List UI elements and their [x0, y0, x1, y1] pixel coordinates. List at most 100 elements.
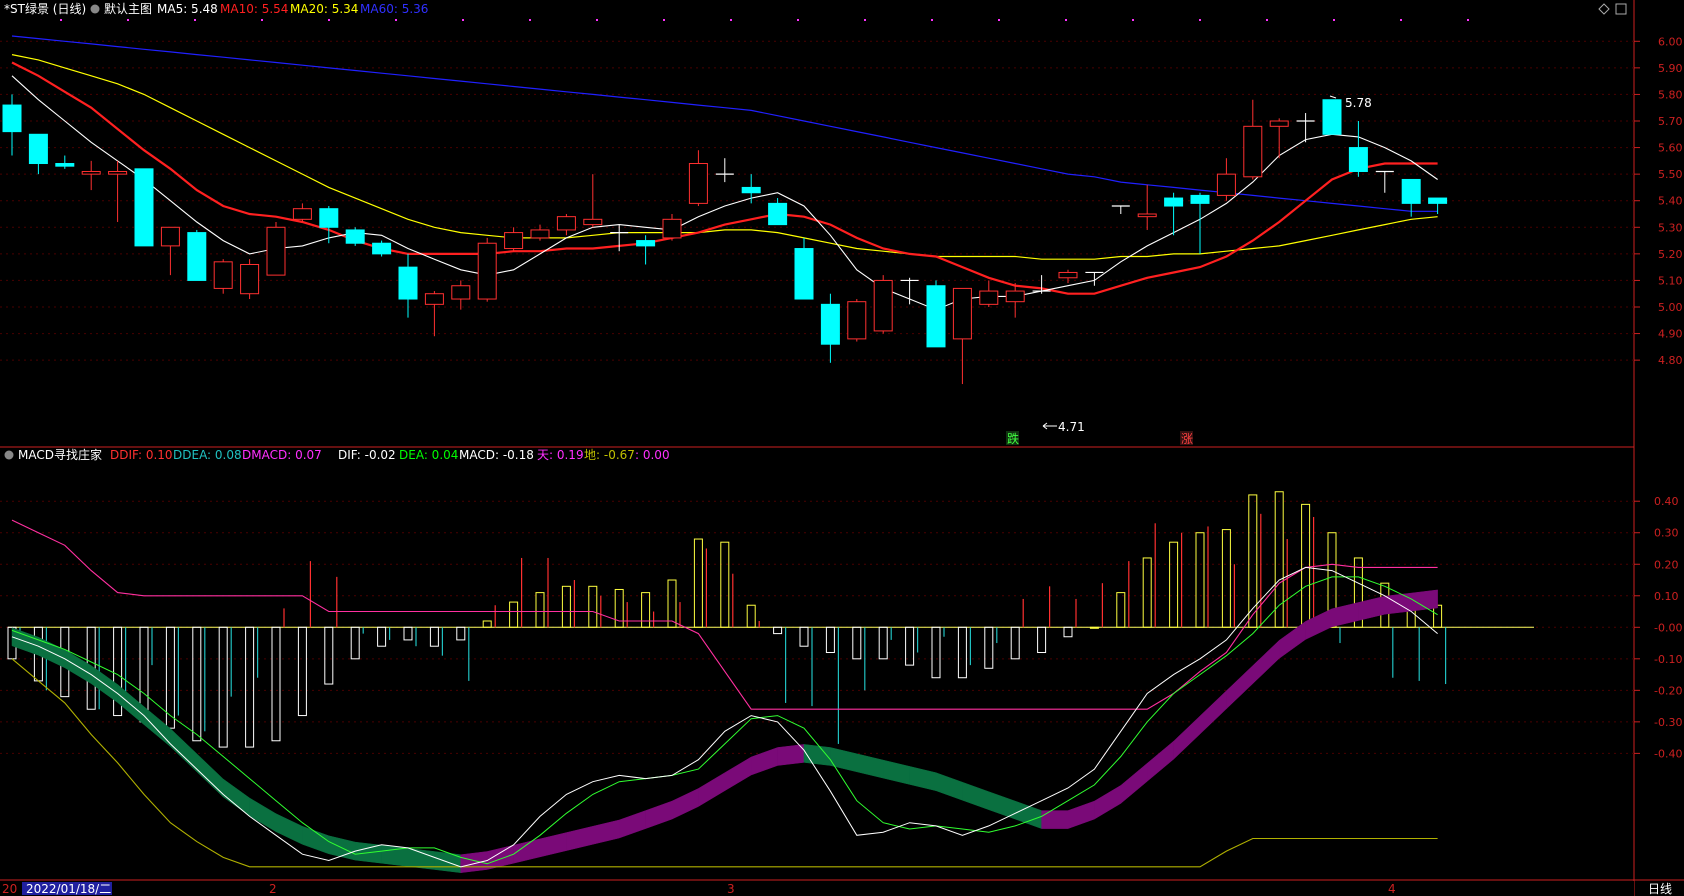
template-name[interactable]: 默认主图 [104, 1, 152, 16]
price-y-axis: 6.00 5.90 5.80 5.70 5.60 5.50 5.40 5.30 5.20 5.10… [1634, 35, 1683, 367]
macd-bar [1169, 541, 1179, 628]
month-mark-1: 2 [269, 882, 277, 896]
band-segment [724, 756, 752, 792]
cursor-date: 2022/01/18/二 [26, 882, 111, 896]
candle [81, 160, 101, 191]
stock-title: *ST绿景 (日线) [4, 1, 86, 16]
indicator-name[interactable]: MACD寻找庄家 [18, 447, 102, 462]
macd-bar [905, 626, 915, 666]
signal-markers: 跌 涨 5.78 4.71 [1006, 95, 1372, 446]
macd-bar [852, 626, 862, 660]
candle [2, 94, 22, 156]
macd-bar [509, 601, 519, 628]
ma20-label: MA20: 5.34 [290, 2, 358, 16]
candle [556, 214, 576, 236]
macd-bar [535, 592, 545, 628]
candle [1005, 283, 1025, 318]
price-tick-label: 5.80 [1658, 88, 1683, 101]
candle [1032, 275, 1051, 294]
macd-bar [1301, 503, 1311, 628]
low-arrow-icon [1042, 422, 1057, 430]
template-dropdown-icon[interactable] [90, 4, 100, 14]
macd-bar [1433, 604, 1443, 628]
macd-bar [1089, 626, 1099, 629]
dif-line [11, 566, 1438, 868]
candle [1137, 184, 1157, 230]
macd-bar [1063, 626, 1073, 638]
macd-bar [1010, 626, 1020, 660]
band-segment [830, 747, 858, 773]
band-segment [460, 851, 488, 873]
macd-tick-label: 0.20 [1654, 558, 1679, 571]
top-dot [1467, 19, 1469, 21]
band-segment [698, 772, 726, 807]
top-dot [194, 19, 196, 21]
ma10-label: MA10: 5.54 [220, 2, 288, 16]
candle [55, 155, 75, 169]
macd-y-axis: 0.40 0.30 0.20 0.10 -0.00 -0.10 -0.20 -0.30 -0.4… [1634, 495, 1682, 760]
top-dot [127, 19, 129, 21]
stock-chart[interactable]: 6.00 5.90 5.80 5.70 5.60 5.50 5.40 5.30 5.20 5.10… [0, 0, 1684, 896]
macd-bar [1274, 491, 1284, 628]
price-tick-label: 4.90 [1658, 328, 1683, 341]
candle [1216, 158, 1236, 201]
top-dot [395, 19, 397, 21]
candle [1190, 192, 1210, 254]
candle [820, 293, 840, 363]
candle [1085, 271, 1104, 286]
macd-bar [324, 626, 334, 685]
band-segment [592, 819, 620, 845]
top-right-icons[interactable] [1598, 3, 1627, 15]
price-tick-label: 5.90 [1658, 62, 1683, 75]
macd-bar [1248, 494, 1258, 628]
macd-bar [746, 604, 756, 628]
candle [688, 150, 708, 207]
candle [715, 158, 734, 183]
top-dot [1065, 19, 1067, 21]
candle [28, 133, 48, 175]
diamond-icon[interactable] [1598, 3, 1610, 15]
time-axis: 20 2022/01/18/二 2 3 4 日线 [0, 881, 1672, 896]
candle [1348, 121, 1368, 177]
price-tick-label: 5.20 [1658, 248, 1683, 261]
candle [266, 221, 286, 276]
candle [372, 240, 392, 257]
candle [636, 235, 656, 265]
top-dot [1333, 19, 1335, 21]
candle [187, 229, 207, 281]
top-dot [1132, 19, 1134, 21]
macd-bar [799, 626, 809, 647]
di-label: 地: -0.67 [584, 448, 635, 462]
macd-bar [245, 626, 255, 748]
extra-label: : 0.00 [635, 448, 670, 462]
candle [741, 174, 761, 204]
indicator-dropdown-icon[interactable] [4, 450, 14, 460]
top-dot [663, 19, 665, 21]
macd-bar [429, 626, 439, 647]
band-segment [1094, 784, 1122, 820]
macd-bar [1221, 529, 1231, 628]
macd-bar [1142, 557, 1152, 628]
top-dot [1266, 19, 1268, 21]
price-tick-label: 5.40 [1658, 195, 1683, 208]
period-label[interactable]: 日线 [1648, 882, 1672, 896]
band-segment [645, 800, 673, 829]
candle [1322, 99, 1342, 135]
price-tick-label: 5.30 [1658, 221, 1683, 234]
band-segment [1199, 690, 1227, 735]
top-dot [998, 19, 1000, 21]
ddea-label: DDEA: 0.08 [173, 448, 242, 462]
band-segment [909, 766, 937, 792]
price-plot [2, 19, 1469, 385]
top-dot [529, 19, 531, 21]
band-segment [1067, 800, 1095, 829]
top-dot [462, 19, 464, 21]
top-dot [596, 19, 598, 21]
band-segment [275, 813, 303, 845]
window-icon[interactable] [1615, 3, 1627, 15]
candle [424, 291, 444, 337]
macd-bar [482, 620, 492, 628]
candle [768, 198, 788, 226]
candle [1243, 99, 1263, 180]
top-dot [931, 19, 933, 21]
